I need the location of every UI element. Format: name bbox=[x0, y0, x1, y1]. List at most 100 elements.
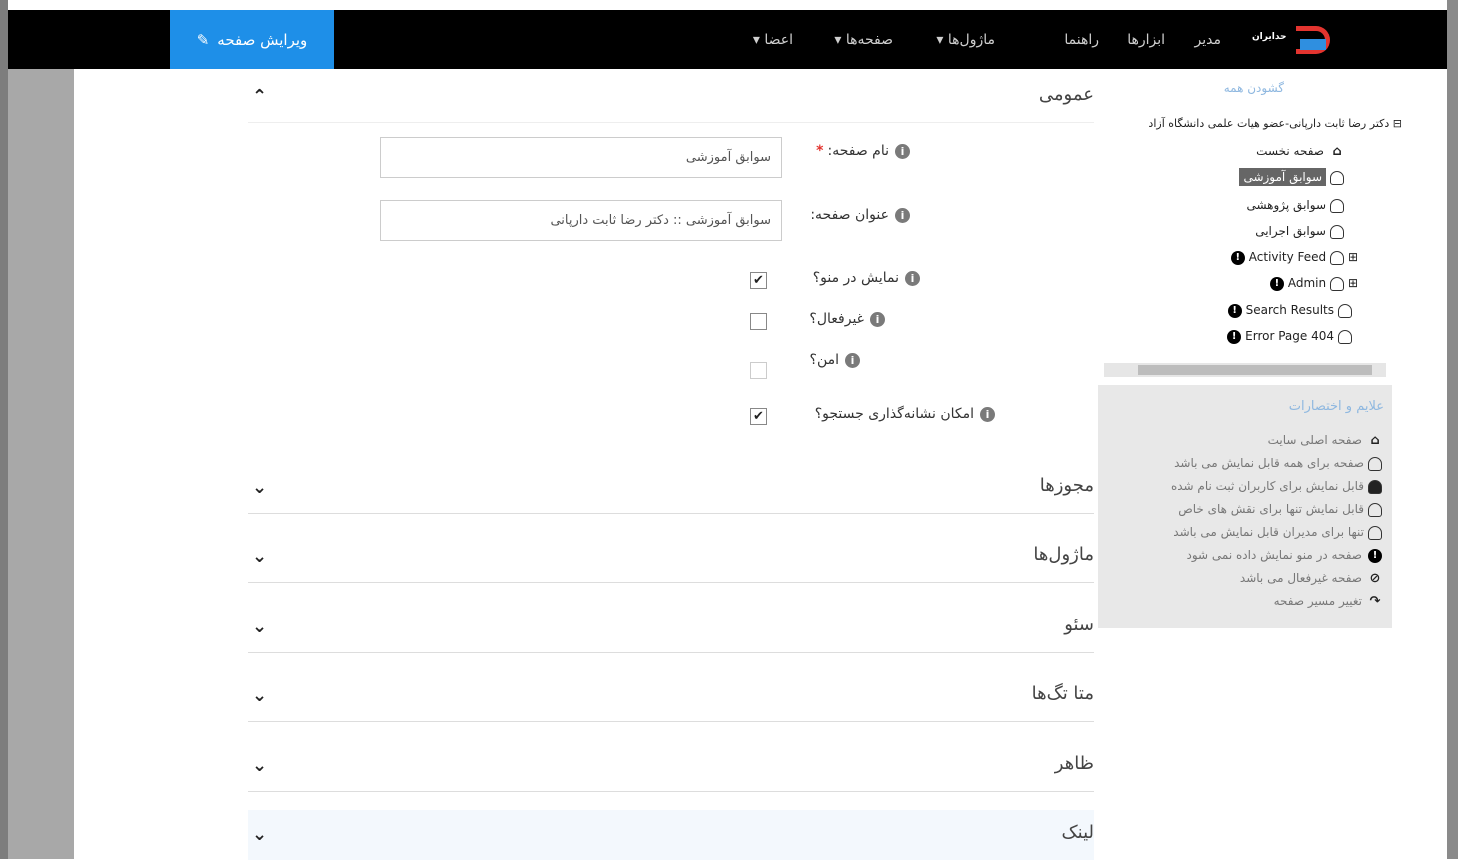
hidden-page-icon: ! bbox=[1227, 303, 1242, 318]
section-modules[interactable]: ماژول‌ها ⌄ bbox=[248, 532, 1094, 583]
section-title: مجوزها bbox=[1039, 475, 1094, 496]
edit-page-label: ویرایش صفحه bbox=[217, 30, 308, 49]
window-left-edge bbox=[0, 0, 8, 859]
section-general[interactable]: عمومی ⌃ bbox=[248, 72, 1094, 123]
nav-modules-dropdown[interactable]: ماژول‌ها ▾ bbox=[936, 32, 995, 48]
legend-item-hidden: !صفحه در منو نمایش داده نمی شود bbox=[1187, 548, 1382, 563]
tree-root[interactable]: ⊟ دکتر رضا ثابت دارپانی-عضو هیات علمی دا… bbox=[1148, 117, 1402, 130]
disabled-label: iغیرفعال؟ bbox=[809, 311, 885, 327]
required-star-icon: * bbox=[816, 143, 824, 159]
nav-pages-dropdown[interactable]: صفحه‌ها ▾ bbox=[834, 32, 893, 48]
user-icon bbox=[1330, 170, 1344, 185]
section-title: متا تگ‌ها bbox=[1031, 683, 1094, 704]
legend-item-registered: قابل نمایش برای کاربران ثبت نام شده bbox=[1171, 479, 1382, 494]
disabled-circle-icon: ⊘ bbox=[1369, 570, 1381, 586]
tree-collapse-icon[interactable]: ⊟ bbox=[1393, 117, 1402, 130]
window-top-edge bbox=[0, 0, 1458, 10]
legend-item-public: صفحه برای همه قابل نمایش می باشد bbox=[1174, 456, 1382, 471]
tree-item-error-404[interactable]: ! Error Page 404 bbox=[1227, 329, 1352, 344]
user-key-icon bbox=[1368, 502, 1382, 517]
user-outline-icon bbox=[1368, 456, 1382, 471]
hidden-page-icon: ! bbox=[1269, 276, 1284, 291]
user-icon bbox=[1338, 303, 1352, 318]
top-navigation-bar: حدایران مدیر ابزارها راهنما ماژول‌ها ▾ ص… bbox=[8, 10, 1447, 69]
legend-item-redirect: ↷تغییر مسیر صفحه bbox=[1273, 593, 1381, 609]
logo-accent-icon bbox=[1300, 39, 1326, 50]
nav-guides[interactable]: راهنما bbox=[1064, 32, 1099, 48]
section-title: سئو bbox=[1064, 614, 1094, 635]
chevron-down-icon[interactable]: ⌄ bbox=[252, 755, 267, 776]
site-logo[interactable]: حدایران bbox=[1252, 24, 1330, 56]
disabled-checkbox[interactable] bbox=[750, 313, 767, 330]
info-icon[interactable]: i bbox=[980, 406, 995, 422]
nav-admin[interactable]: مدیر bbox=[1195, 32, 1221, 48]
secure-label: iامن؟ bbox=[810, 352, 860, 368]
tree-item-research[interactable]: سوابق پژوهشی bbox=[1246, 198, 1344, 213]
tree-item-executive[interactable]: سوابق اجرایی bbox=[1255, 224, 1344, 239]
page-title-input[interactable]: سوابق آموزشی :: دکتر رضا ثابت دارپانی bbox=[380, 200, 782, 241]
home-icon: ⌂ bbox=[1370, 432, 1380, 448]
legend-item-disabled: ⊘صفحه غیرفعال می باشد bbox=[1239, 570, 1381, 586]
window-right-edge bbox=[1447, 0, 1458, 859]
section-appearance[interactable]: ظاهر ⌄ bbox=[248, 741, 1094, 792]
admin-user-icon bbox=[1330, 276, 1345, 291]
legend-item-admins: تنها برای مدیران قابل نمایش می باشد bbox=[1173, 525, 1382, 540]
section-title: لینک bbox=[1061, 822, 1094, 843]
tree-expand-icon[interactable]: ⊞ bbox=[1344, 276, 1358, 290]
legend-title: علایم و اختصارات bbox=[1288, 399, 1384, 414]
info-icon[interactable]: i bbox=[870, 311, 885, 327]
section-seo[interactable]: سئو ⌄ bbox=[248, 602, 1094, 653]
redirect-arrow-icon: ↷ bbox=[1369, 593, 1381, 609]
home-icon: ⌂ bbox=[1332, 143, 1342, 159]
section-title: ماژول‌ها bbox=[1033, 544, 1094, 565]
user-icon bbox=[1330, 250, 1345, 265]
user-icon bbox=[1338, 329, 1352, 344]
page-name-input[interactable]: سوابق آموزشی bbox=[380, 137, 782, 178]
searchable-label: iامکان نشانه‌گذاری جستجو؟ bbox=[815, 406, 995, 422]
info-icon[interactable]: i bbox=[895, 207, 910, 223]
section-title: ظاهر bbox=[1054, 753, 1094, 774]
tree-item-home[interactable]: ⌂صفحه نخست bbox=[1256, 144, 1344, 159]
info-icon[interactable]: i bbox=[905, 270, 920, 286]
secure-checkbox bbox=[750, 362, 767, 379]
hidden-page-icon: ! bbox=[1230, 250, 1245, 265]
chevron-down-icon[interactable]: ⌄ bbox=[252, 616, 267, 637]
logo-text: حدایران bbox=[1252, 32, 1287, 42]
pencil-icon: ✎ bbox=[196, 30, 210, 49]
section-link[interactable]: لینک ⌄ bbox=[248, 810, 1094, 860]
tree-expand-icon[interactable]: ⊞ bbox=[1344, 250, 1358, 264]
user-filled-icon bbox=[1368, 479, 1382, 494]
scrollbar-thumb[interactable] bbox=[1138, 365, 1372, 375]
user-icon bbox=[1330, 198, 1344, 213]
tree-item-admin[interactable]: ! Admin ⊞ bbox=[1269, 276, 1358, 291]
nav-members-dropdown[interactable]: اعضا ▾ bbox=[753, 32, 793, 48]
info-icon[interactable]: i bbox=[845, 352, 860, 368]
exclamation-icon: ! bbox=[1368, 548, 1382, 563]
show-in-menu-checkbox[interactable]: ✔ bbox=[750, 272, 767, 289]
tree-item-search-results[interactable]: ! Search Results bbox=[1227, 303, 1352, 318]
legend-panel: علایم و اختصارات ⌂صفحه اصلی سایت صفحه بر… bbox=[1098, 385, 1392, 628]
section-permissions[interactable]: مجوزها ⌄ bbox=[248, 463, 1094, 514]
expand-all-link[interactable]: گشودن همه bbox=[1224, 81, 1284, 95]
tree-item-activity-feed[interactable]: ! Activity Feed ⊞ bbox=[1230, 250, 1358, 265]
chevron-down-icon[interactable]: ⌄ bbox=[252, 477, 267, 498]
nav-tools[interactable]: ابزارها bbox=[1127, 32, 1165, 48]
tree-item-educational[interactable]: سوابق آموزشی bbox=[1239, 168, 1344, 186]
chevron-down-icon[interactable]: ⌄ bbox=[252, 824, 267, 845]
legend-item-home: ⌂صفحه اصلی سایت bbox=[1268, 433, 1382, 448]
chevron-down-icon[interactable]: ⌄ bbox=[252, 546, 267, 567]
page-title-label: iعنوان صفحه: bbox=[810, 207, 910, 223]
chevron-down-icon[interactable]: ⌄ bbox=[252, 685, 267, 706]
user-lock-icon bbox=[1368, 525, 1382, 540]
hidden-page-icon: ! bbox=[1227, 329, 1242, 344]
show-in-menu-label: iنمایش در منو؟ bbox=[813, 270, 920, 286]
legend-item-roles: قابل نمایش تنها برای نقش های خاص bbox=[1178, 502, 1382, 517]
page-name-label: iنام صفحه:* bbox=[816, 143, 910, 159]
searchable-checkbox[interactable]: ✔ bbox=[750, 408, 767, 425]
info-icon[interactable]: i bbox=[895, 143, 910, 159]
tree-horizontal-scrollbar[interactable] bbox=[1104, 363, 1386, 377]
edit-page-button[interactable]: ویرایش صفحه ✎ bbox=[170, 10, 334, 69]
chevron-up-icon[interactable]: ⌃ bbox=[252, 86, 267, 107]
user-icon bbox=[1330, 224, 1344, 239]
section-meta-tags[interactable]: متا تگ‌ها ⌄ bbox=[248, 671, 1094, 722]
